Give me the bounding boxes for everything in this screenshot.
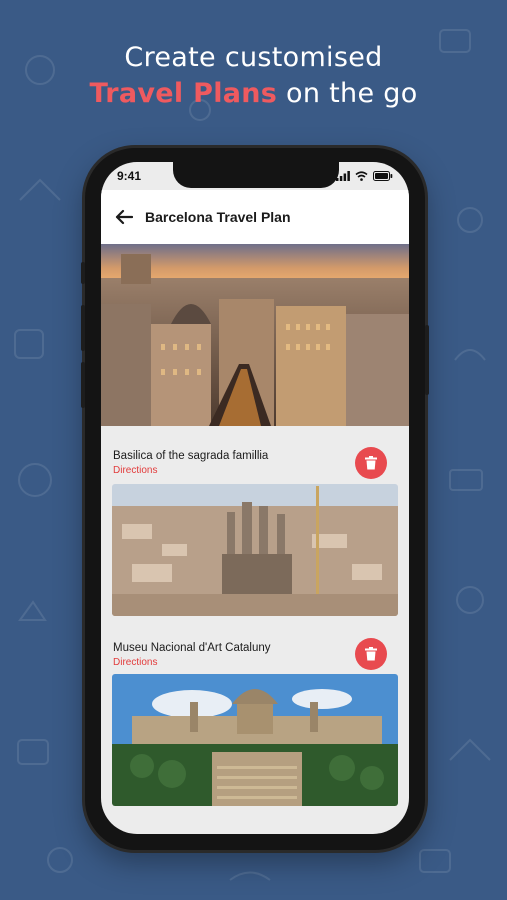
directions-link[interactable]: Directions	[113, 657, 157, 668]
battery-icon	[373, 171, 393, 181]
phone-volume-down	[81, 362, 85, 408]
headline-line2: Travel Plans on the go	[0, 76, 507, 112]
app-bar: Barcelona Travel Plan	[101, 190, 409, 244]
status-time: 9:41	[117, 169, 142, 183]
headline-accent: Travel Plans	[89, 78, 278, 109]
place-card: Museu Nacional d'Art Cataluny Directions	[101, 616, 409, 806]
phone-mute-switch	[81, 262, 85, 284]
status-icons	[336, 171, 393, 181]
place-name: Museu Nacional d'Art Cataluny	[113, 642, 271, 654]
back-button[interactable]	[115, 207, 135, 227]
place-image	[112, 484, 398, 616]
directions-link[interactable]: Directions	[113, 465, 157, 476]
place-name: Basilica of the sagrada famillia	[113, 450, 269, 462]
headline: Create customised Travel Plans on the go	[0, 40, 507, 112]
trash-icon	[365, 647, 377, 661]
trash-icon	[365, 456, 377, 470]
hero-image	[101, 244, 409, 426]
phone-screen: 9:41 Barcelona Travel Plan Basilica of t…	[101, 162, 409, 834]
phone-volume-up	[81, 305, 85, 351]
notch	[173, 162, 339, 188]
place-image	[112, 674, 398, 806]
place-card: Basilica of the sagrada famillia Directi…	[101, 426, 409, 616]
wifi-icon	[355, 171, 368, 181]
delete-button[interactable]	[355, 447, 387, 479]
back-arrow-icon	[115, 209, 133, 225]
headline-rest: on the go	[277, 78, 418, 109]
phone-power-button	[425, 325, 429, 395]
delete-button[interactable]	[355, 638, 387, 670]
signal-icon	[336, 171, 350, 181]
page-title: Barcelona Travel Plan	[145, 209, 291, 225]
headline-line1: Create customised	[124, 42, 383, 73]
